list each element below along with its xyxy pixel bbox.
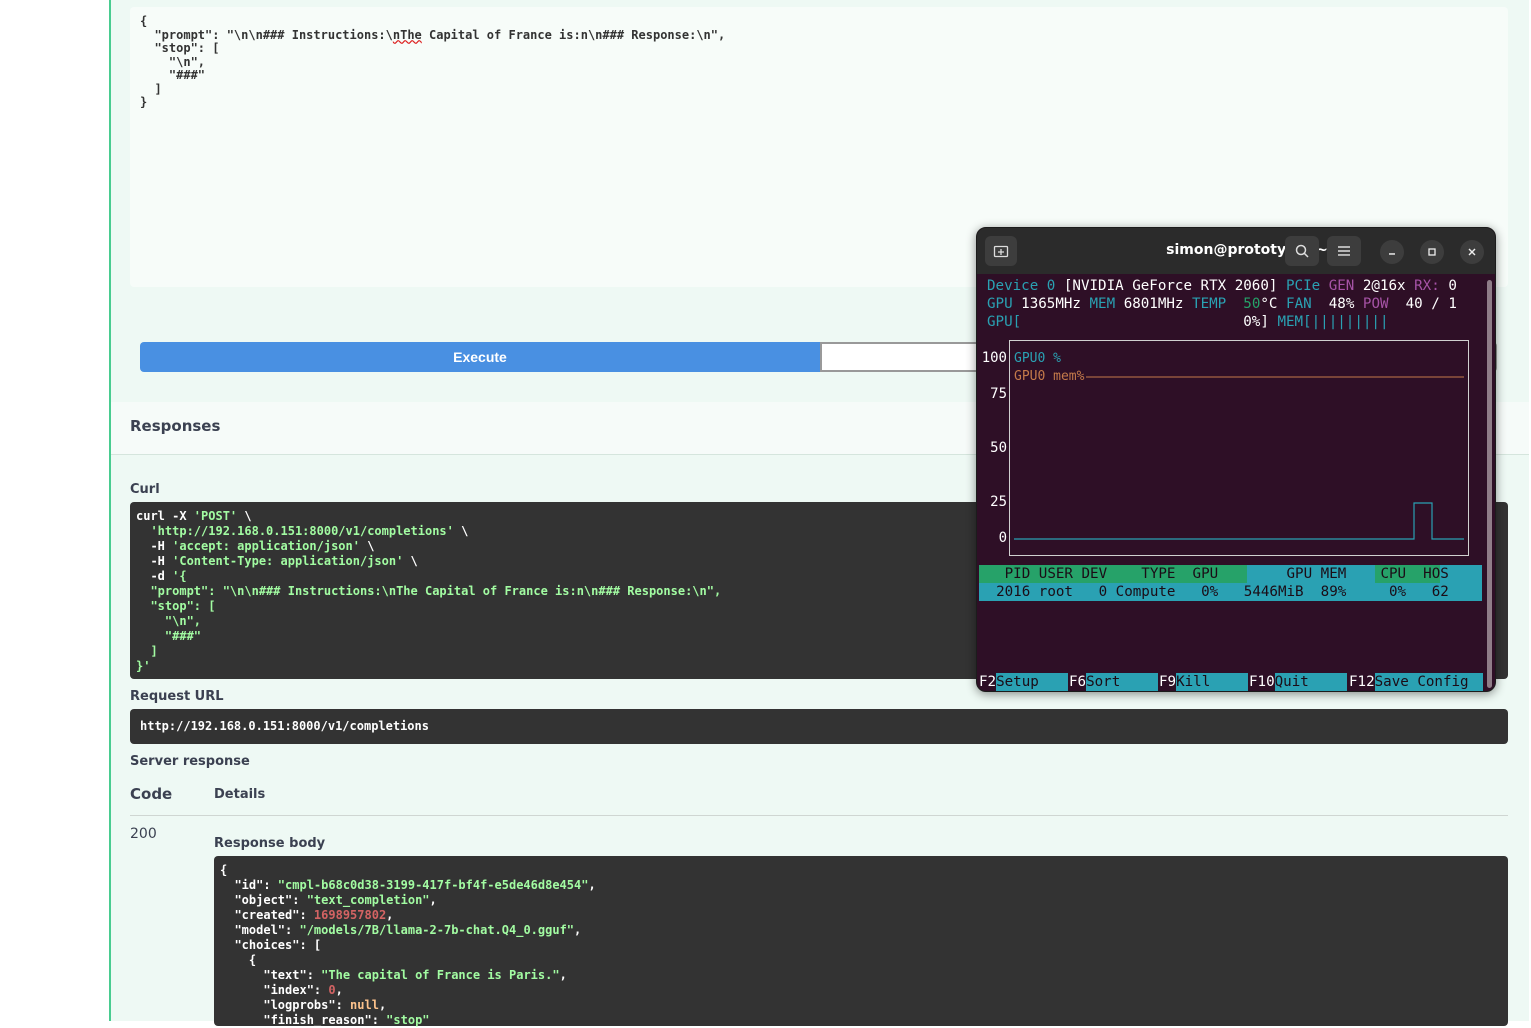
- request-url-value[interactable]: http://192.168.0.151:8000/v1/completions: [130, 709, 1508, 744]
- search-icon: [1295, 244, 1309, 258]
- request-url-label: Request URL: [130, 689, 224, 704]
- legend-gpu: GPU0 %: [1014, 351, 1061, 366]
- hamburger-icon: [1338, 246, 1350, 256]
- spellcheck-underline: nThe: [392, 27, 422, 42]
- json-brace: {: [140, 14, 148, 28]
- legend-mem: GPU0 mem%: [1014, 369, 1087, 384]
- execute-button[interactable]: Execute: [140, 342, 820, 372]
- json-brace: }: [140, 95, 148, 109]
- y-tick: 25: [990, 494, 1007, 510]
- status-code: 200: [130, 826, 157, 842]
- json-bracket: ]: [140, 81, 162, 96]
- code-column-header: Code: [130, 785, 173, 803]
- response-body-label: Response body: [214, 836, 326, 851]
- menu-button[interactable]: [1327, 236, 1361, 266]
- new-tab-icon: [993, 245, 1009, 258]
- terminal-scrollbar[interactable]: [1487, 280, 1492, 688]
- response-body-block[interactable]: { "id": "cmpl-b68c0d38-3199-417f-bf4f-e5…: [214, 856, 1508, 1027]
- new-tab-button[interactable]: [985, 236, 1017, 266]
- prompt-line: "prompt": "\n\n### Instructions:\nThe Ca…: [154, 27, 726, 42]
- details-column-header: Details: [214, 787, 266, 802]
- terminal-titlebar[interactable]: simon@prototype: ~: [977, 228, 1495, 274]
- gpu-usage-graph: GPU0 % GPU0 mem%: [1009, 340, 1469, 556]
- curl-label: Curl: [130, 482, 160, 497]
- process-row[interactable]: 2016 root 0 Compute 0% 5446MiB 89% 0% 62: [979, 583, 1482, 601]
- gpu-stats-line: GPU 1365MHz MEM 6801MHz TEMP 50°C FAN 48…: [987, 296, 1457, 312]
- fkey-sort[interactable]: F6Sort: [1069, 673, 1159, 691]
- device-line: Device 0 [NVIDIA GeForce RTX 2060] PCIe …: [987, 278, 1457, 294]
- close-icon: [1468, 248, 1476, 256]
- fkey-quit[interactable]: F10Quit: [1249, 673, 1347, 691]
- process-table-header: PID USER DEV TYPE GPU GPU MEM CPU HOS: [979, 565, 1482, 583]
- fkey-kill[interactable]: F9Kill: [1159, 673, 1249, 691]
- close-button[interactable]: [1460, 240, 1484, 264]
- maximize-button[interactable]: [1420, 240, 1444, 264]
- stop-line: "stop": [: [140, 41, 220, 55]
- stop-item: "###": [140, 68, 206, 82]
- fkey-save-config[interactable]: F12Save Config: [1349, 673, 1483, 691]
- minimize-button[interactable]: [1380, 240, 1404, 264]
- gpu-percent-line: [1014, 502, 1464, 540]
- server-response-label: Server response: [130, 754, 250, 769]
- terminal-content[interactable]: Device 0 [NVIDIA GeForce RTX 2060] PCIe …: [977, 274, 1487, 691]
- search-button[interactable]: [1285, 236, 1319, 266]
- stop-item: "\n",: [140, 54, 206, 69]
- table-divider: [130, 815, 1508, 816]
- minimize-icon: [1389, 253, 1395, 255]
- responses-title: Responses: [130, 417, 221, 435]
- fkey-setup[interactable]: F2Setup: [979, 673, 1069, 691]
- y-tick: 50: [990, 440, 1007, 456]
- y-tick: 0: [998, 530, 1007, 546]
- y-tick: 100: [981, 350, 1007, 366]
- y-tick: 75: [990, 386, 1007, 402]
- function-key-bar: F2Setup F6Sort F9Kill F10Quit F12Save Co…: [977, 673, 1487, 691]
- maximize-icon: [1428, 248, 1436, 256]
- usage-bars-line: GPU[ 0%] MEM[|||||||||: [987, 314, 1389, 330]
- terminal-window[interactable]: simon@prototype: ~ Device 0 [NVIDIA GeFo…: [976, 227, 1496, 692]
